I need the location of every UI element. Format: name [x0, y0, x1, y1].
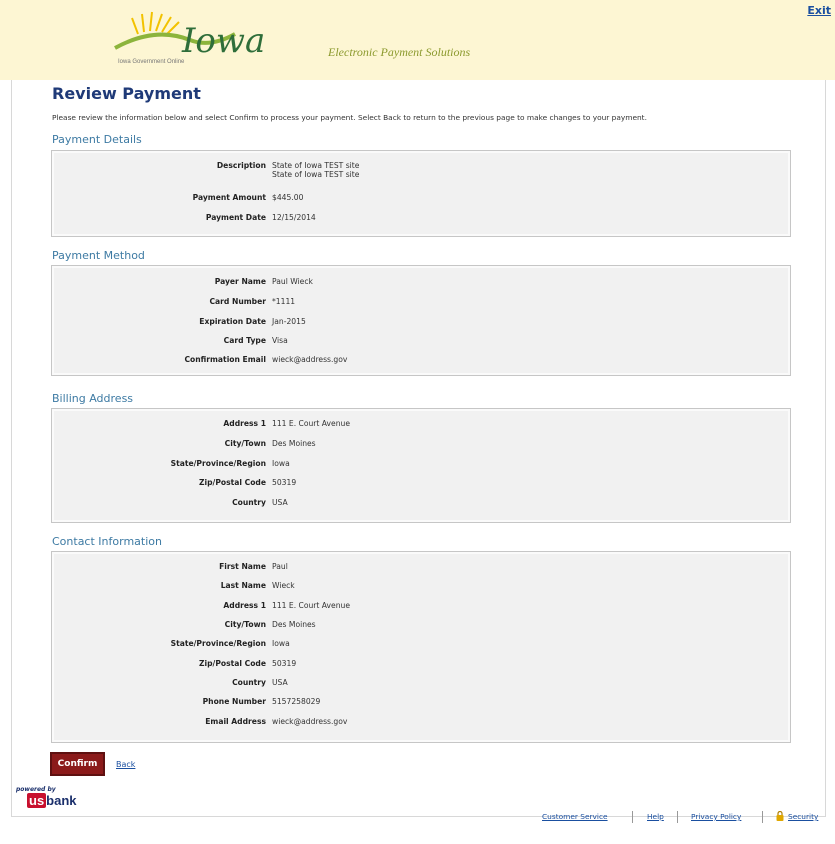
contact-row: First Name Paul: [52, 562, 790, 574]
field-value: *1111: [272, 297, 296, 306]
contact-row: Phone Number 5157258029: [52, 697, 790, 709]
method-row: Confirmation Email wieck@address.gov: [52, 355, 790, 367]
method-row: Payer Name Paul Wieck: [52, 277, 790, 289]
powered-by-text: powered by: [16, 786, 56, 793]
field-value: 50319: [272, 659, 297, 668]
header-banner: Iowa Iowa Government Online Electronic P…: [0, 0, 835, 80]
field-label: Expiration Date: [199, 317, 266, 326]
field-value: State of Iowa TEST site: [272, 161, 360, 170]
exit-link[interactable]: Exit: [807, 4, 831, 17]
payment-method-box: Payer Name Paul Wieck Card Number *1111 …: [51, 265, 791, 376]
field-value: State of Iowa TEST site: [272, 170, 360, 179]
field-value: wieck@address.gov: [272, 717, 348, 726]
contact-row: Email Address wieck@address.gov: [52, 717, 790, 729]
detail-row-description: Description State of Iowa TEST site Stat…: [52, 161, 790, 179]
field-label: First Name: [219, 562, 266, 571]
field-value: USA: [272, 498, 288, 507]
usbank-logo-icon: us bank: [27, 793, 77, 808]
field-label: Payer Name: [214, 277, 266, 286]
field-label: City/Town: [224, 439, 266, 448]
section-title-payment-details: Payment Details: [52, 133, 142, 146]
billing-row: State/Province/Region Iowa: [52, 459, 790, 471]
field-label: Country: [232, 678, 266, 687]
field-label: State/Province/Region: [170, 459, 266, 468]
instructions-text: Please review the information below and …: [52, 113, 647, 122]
field-label: Email Address: [205, 717, 266, 726]
method-row: Expiration Date Jan-2015: [52, 317, 790, 329]
confirm-button[interactable]: Confirm: [50, 752, 105, 776]
footer-divider: [677, 811, 678, 823]
field-label: City/Town: [224, 620, 266, 629]
privacy-policy-link[interactable]: Privacy Policy: [691, 812, 741, 821]
payment-details-box: Description State of Iowa TEST site Stat…: [51, 150, 791, 237]
page-title: Review Payment: [52, 84, 201, 103]
footer-divider: [632, 811, 633, 823]
billing-row: Zip/Postal Code 50319: [52, 478, 790, 490]
field-label: Card Number: [209, 297, 266, 306]
field-value: Des Moines: [272, 439, 316, 448]
field-label: Address 1: [223, 601, 266, 610]
security-link[interactable]: Security: [788, 812, 818, 821]
method-row: Card Number *1111: [52, 297, 790, 309]
usbank-us-text: us: [27, 793, 47, 808]
contact-row: Address 1 111 E. Court Avenue: [52, 601, 790, 613]
field-value: Jan-2015: [272, 317, 306, 326]
field-value: $445.00: [272, 193, 304, 202]
billing-row: Address 1 111 E. Court Avenue: [52, 419, 790, 431]
field-label: Card Type: [223, 336, 266, 345]
contact-row: Zip/Postal Code 50319: [52, 659, 790, 671]
field-label: Country: [232, 498, 266, 507]
field-value: Paul: [272, 562, 288, 571]
field-value: Paul Wieck: [272, 277, 313, 286]
field-value: Des Moines: [272, 620, 316, 629]
help-link[interactable]: Help: [647, 812, 664, 821]
field-value: Iowa: [272, 459, 290, 468]
field-value: 5157258029: [272, 697, 321, 706]
field-value: 50319: [272, 478, 297, 487]
field-value: Visa: [272, 336, 288, 345]
billing-address-box: Address 1 111 E. Court Avenue City/Town …: [51, 408, 791, 523]
field-label: Zip/Postal Code: [199, 478, 266, 487]
section-title-payment-method: Payment Method: [52, 249, 145, 262]
method-row: Card Type Visa: [52, 336, 790, 348]
customer-service-link[interactable]: Customer Service: [542, 812, 608, 821]
contact-information-box: First Name Paul Last Name Wieck Address …: [51, 551, 791, 743]
gov-online-text: Iowa Government Online: [118, 59, 185, 65]
back-link[interactable]: Back: [116, 760, 135, 769]
field-value: 111 E. Court Avenue: [272, 601, 351, 610]
section-title-billing-address: Billing Address: [52, 392, 134, 405]
field-value: 111 E. Court Avenue: [272, 419, 351, 428]
field-label: Description: [216, 161, 266, 170]
contact-row: Last Name Wieck: [52, 581, 790, 593]
field-label: Address 1: [223, 419, 266, 428]
field-label: State/Province/Region: [170, 639, 266, 648]
usbank-bank-text: bank: [46, 793, 77, 808]
field-label: Payment Amount: [192, 193, 266, 202]
svg-text:Iowa: Iowa: [181, 21, 265, 61]
detail-row-amount: Payment Amount $445.00: [52, 193, 790, 205]
section-title-contact-information: Contact Information: [52, 535, 162, 548]
footer-divider: [762, 811, 763, 823]
field-label: Confirmation Email: [184, 355, 266, 364]
contact-row: Country USA: [52, 678, 790, 690]
field-label: Payment Date: [205, 213, 266, 222]
field-value: Wieck: [272, 581, 295, 590]
tagline: Electronic Payment Solutions: [328, 45, 471, 59]
field-value: USA: [272, 678, 288, 687]
contact-row: City/Town Des Moines: [52, 620, 790, 632]
billing-row: City/Town Des Moines: [52, 439, 790, 451]
field-value: wieck@address.gov: [272, 355, 348, 364]
field-value: 12/15/2014: [272, 213, 316, 222]
contact-row: State/Province/Region Iowa: [52, 639, 790, 651]
field-label: Last Name: [220, 581, 266, 590]
field-label: Phone Number: [202, 697, 266, 706]
lock-icon: [776, 810, 784, 823]
detail-row-date: Payment Date 12/15/2014: [52, 213, 790, 225]
billing-row: Country USA: [52, 498, 790, 510]
field-value: Iowa: [272, 639, 290, 648]
field-label: Zip/Postal Code: [199, 659, 266, 668]
